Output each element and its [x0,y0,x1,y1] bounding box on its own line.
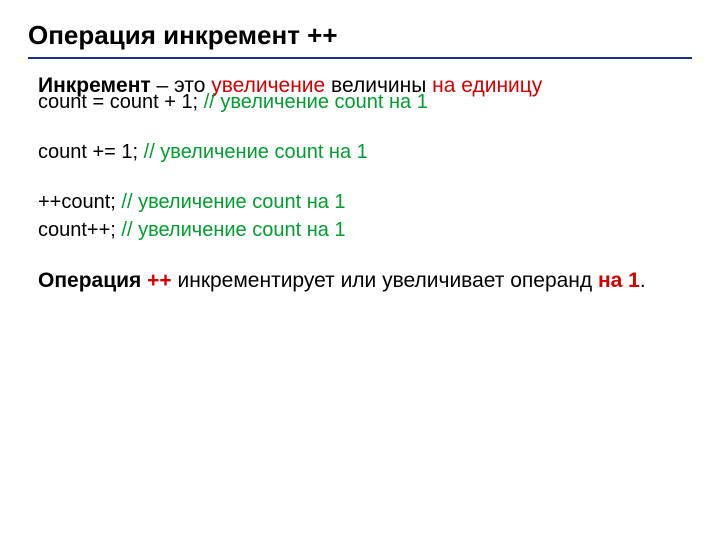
summary-mid: инкрементирует или увеличивает операнд [172,269,598,292]
code-4: count++; [38,219,121,241]
code-line-1: count = count + 1; // увеличение count н… [38,89,692,115]
code-1: count = count + 1; [38,91,204,113]
code-2: count += 1; [38,141,144,163]
gap-3 [38,245,692,267]
comment-2: // увеличение count на 1 [144,141,368,163]
summary-op: ++ [147,269,172,292]
summary-text: Операция ++ инкрементирует или увеличива… [38,267,692,294]
summary-dot: . [640,269,646,292]
comment-4: // увеличение count на 1 [121,219,345,241]
gap-2 [38,167,692,189]
comment-3: // увеличение count на 1 [121,191,345,213]
summary-bold1: Операция [38,269,147,292]
code-line-2: count += 1; // увеличение count на 1 [38,139,692,165]
comment-1: // увеличение count на 1 [204,91,428,113]
title-underline [28,57,692,59]
code-line-3: ++count; // увеличение count на 1 [38,189,692,215]
code-3: ++count; [38,191,121,213]
slide-title: Операция инкремент ++ [28,20,692,51]
gap-1 [38,117,692,139]
code-line-4: count++; // увеличение count на 1 [38,217,692,243]
code-block: count = count + 1; // увеличение count н… [38,89,692,267]
intro-red2: на единицу [432,74,542,97]
summary-by1: на 1 [598,269,640,292]
